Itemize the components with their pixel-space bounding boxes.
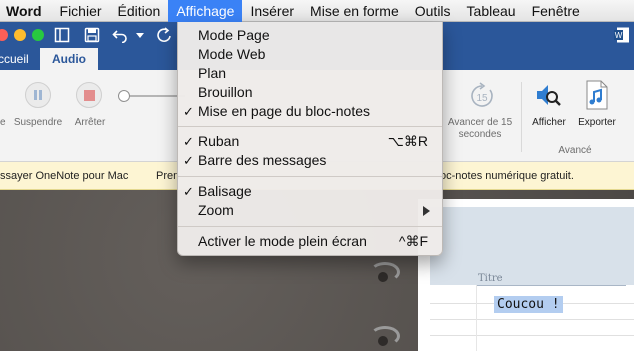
menu-item-label: Activer le mode plein écran bbox=[198, 233, 367, 249]
binder-ring bbox=[370, 262, 400, 282]
export-label: Exporter bbox=[578, 117, 616, 128]
page-rule bbox=[430, 319, 634, 320]
menu-item-label: Mode Web bbox=[198, 46, 266, 62]
page-title-placeholder[interactable]: Titre bbox=[478, 273, 503, 284]
binder-ring bbox=[370, 326, 400, 346]
undo-icon[interactable] bbox=[112, 27, 130, 43]
menu-item-plan[interactable]: Plan bbox=[178, 64, 442, 83]
menu-bar: Word Fichier Édition Affichage Insérer M… bbox=[0, 0, 634, 22]
stop-button[interactable] bbox=[76, 82, 102, 108]
menu-item-plein-ecran[interactable]: Activer le mode plein écran ^⌘F bbox=[178, 232, 442, 251]
menu-fichier[interactable]: Fichier bbox=[52, 0, 110, 22]
title-underline bbox=[476, 285, 626, 286]
app-menu-word[interactable]: Word bbox=[0, 0, 52, 22]
menu-item-label: Plan bbox=[198, 65, 227, 81]
notebook-page: Titre Coucou ! bbox=[418, 199, 634, 351]
ribbon-separator bbox=[521, 82, 522, 152]
menu-item-shortcut: ⌥⌘R bbox=[387, 133, 428, 149]
show-audio-icon[interactable] bbox=[533, 80, 563, 110]
export-audio-icon[interactable] bbox=[583, 80, 611, 110]
menu-item-label: Ruban bbox=[198, 133, 240, 149]
menu-item-label: Zoom bbox=[198, 202, 234, 218]
forward-15-icon[interactable]: 15 bbox=[468, 82, 496, 110]
menu-item-label: Mode Page bbox=[198, 27, 270, 43]
menu-item-label: Mise en page du bloc-notes bbox=[198, 103, 370, 119]
page-rule bbox=[430, 335, 634, 336]
menu-item-shortcut: ^⌘F bbox=[398, 233, 428, 249]
check-icon-barre-messages: ✓ bbox=[183, 153, 194, 168]
check-icon-ruban: ✓ bbox=[183, 134, 194, 149]
submenu-arrow-icon bbox=[423, 206, 430, 216]
pause-icon bbox=[34, 90, 42, 100]
menu-affichage[interactable]: Affichage bbox=[168, 0, 243, 22]
menu-item-mode-web[interactable]: Mode Web bbox=[178, 45, 442, 64]
suspend-button[interactable] bbox=[25, 82, 51, 108]
menu-item-barre-des-messages[interactable]: ✓ Barre des messages bbox=[178, 151, 442, 170]
page-margin-line bbox=[476, 285, 477, 351]
playback-slider-thumb[interactable] bbox=[118, 90, 130, 102]
menu-separator bbox=[178, 226, 442, 227]
menu-separator bbox=[178, 176, 442, 177]
menu-mise-en-forme[interactable]: Mise en forme bbox=[302, 0, 407, 22]
tab-audio[interactable]: Audio bbox=[40, 48, 98, 70]
affichage-dropdown-menu: Mode Page Mode Web Plan Brouillon ✓ Mise… bbox=[177, 22, 443, 256]
message-bar-text: ssayer OneNote pour Mac bbox=[0, 170, 129, 182]
menu-item-ruban[interactable]: ✓ Ruban ⌥⌘R bbox=[178, 132, 442, 151]
forward-badge: 15 bbox=[476, 93, 488, 104]
playback-slider-track[interactable] bbox=[125, 95, 185, 97]
menu-item-brouillon[interactable]: Brouillon bbox=[178, 83, 442, 102]
close-window-button[interactable] bbox=[0, 29, 8, 41]
menu-item-label: Balisage bbox=[198, 183, 252, 199]
show-label: Afficher bbox=[532, 117, 566, 128]
undo-dropdown-arrow-icon[interactable] bbox=[136, 33, 144, 39]
page-header: Titre bbox=[430, 207, 634, 286]
tab-accueil[interactable]: ccueil bbox=[0, 48, 29, 70]
menu-item-mode-page[interactable]: Mode Page bbox=[178, 26, 442, 45]
note-text-selection[interactable]: Coucou ! bbox=[494, 296, 563, 313]
suspend-label: Suspendre bbox=[13, 117, 63, 128]
menu-tableau[interactable]: Tableau bbox=[459, 0, 524, 22]
menu-inserer[interactable]: Insérer bbox=[242, 0, 302, 22]
stop-label: Arrêter bbox=[74, 117, 106, 128]
svg-text:W: W bbox=[615, 31, 623, 40]
menu-fenetre[interactable]: Fenêtre bbox=[524, 0, 600, 22]
forward-label: Avancer de 15 secondes bbox=[447, 117, 513, 140]
menu-item-balisage[interactable]: ✓ Balisage bbox=[178, 182, 442, 201]
message-bar-link[interactable]: Pren bbox=[156, 170, 179, 182]
word-document-icon: W bbox=[614, 27, 629, 43]
sidebar-toggle-icon[interactable] bbox=[54, 27, 70, 43]
menu-separator bbox=[178, 126, 442, 127]
redo-icon[interactable] bbox=[156, 27, 172, 43]
menu-item-mise-en-page-bloc-notes[interactable]: ✓ Mise en page du bloc-notes bbox=[178, 102, 442, 121]
zoom-window-button[interactable] bbox=[32, 29, 44, 41]
menu-edition[interactable]: Édition bbox=[110, 0, 169, 22]
ribbon-group-label: Avancé bbox=[558, 145, 592, 156]
stop-icon bbox=[84, 90, 95, 101]
menu-outils[interactable]: Outils bbox=[407, 0, 459, 22]
check-icon-balisage: ✓ bbox=[183, 184, 194, 199]
message-bar-text-end: oc-notes numérique gratuit. bbox=[440, 170, 574, 182]
minimize-window-button[interactable] bbox=[14, 29, 26, 41]
save-icon[interactable] bbox=[84, 27, 100, 43]
menu-item-zoom[interactable]: Zoom bbox=[178, 201, 442, 220]
ribbon-partial-label: e bbox=[0, 117, 6, 128]
menu-item-label: Brouillon bbox=[198, 84, 253, 100]
check-icon-mise-en-page: ✓ bbox=[183, 104, 194, 119]
menu-item-label: Barre des messages bbox=[198, 152, 327, 168]
